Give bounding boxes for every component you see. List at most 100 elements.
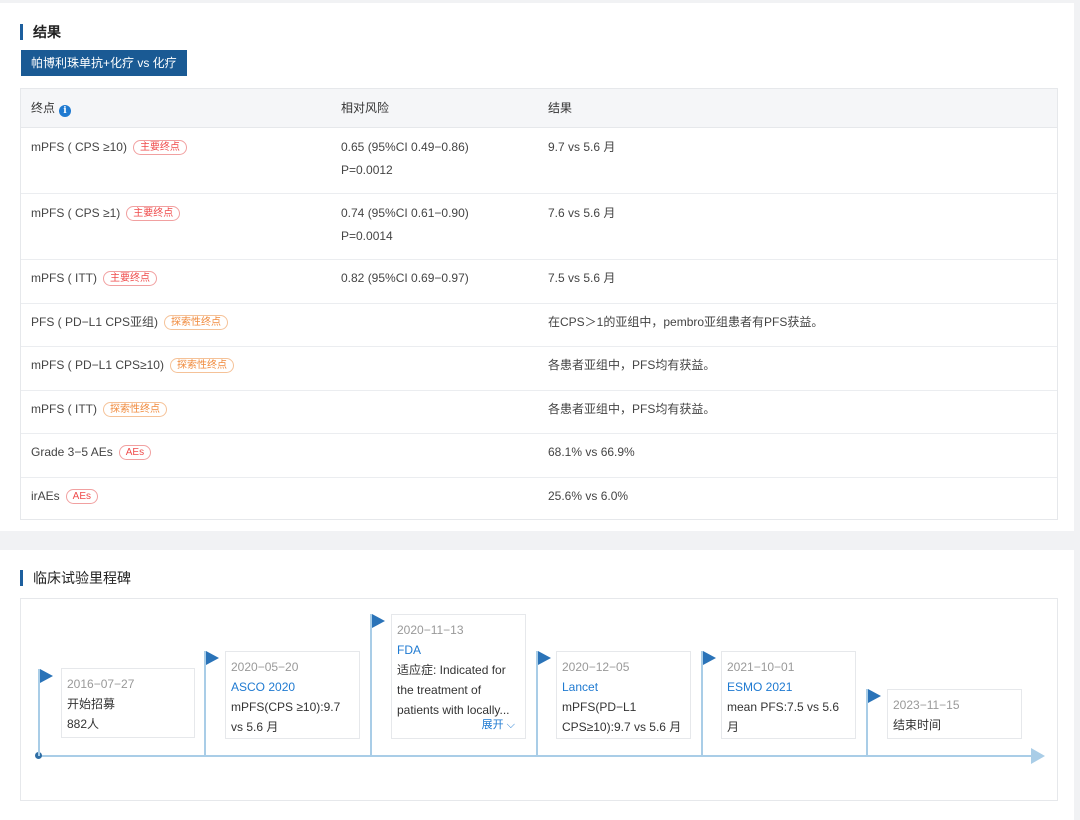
milestone-card[interactable]: 2020−11−13 FDA 适应症: Indicated for the tr… [391, 614, 526, 739]
timeline: 2016−07−27 开始招募 882人 2020−05−20 ASCO 202… [20, 598, 1058, 801]
expand-label: 展开 [481, 719, 504, 731]
milestone-pole [204, 651, 206, 756]
milestones-card: 临床试验里程碑 2016−07−27 开始招募 882人 2020−05−20 … [0, 550, 1074, 820]
milestone-date: 2023−11−15 [893, 698, 960, 712]
milestone-card[interactable]: 2023−11−15 结束时间 [887, 689, 1022, 739]
flag-icon [40, 669, 53, 683]
result-value: 各患者亚组中，PFS均有获益。 [548, 358, 716, 372]
milestone-card[interactable]: 2021−10−01 ESMO 2021 mean PFS:7.5 vs 5.6… [721, 651, 856, 739]
endpoint-label: mPFS ( PD−L1 CPS≥10) [31, 358, 164, 372]
table-row: PFS ( PD−L1 CPS亚组) 探索性终点 在CPS＞1的亚组中，pembr… [21, 304, 1057, 347]
results-card: 结果 帕博利珠单抗+化疗 vs 化疗 终点 i 相对风险 结果 mPFS ( CP… [0, 3, 1074, 531]
results-table: 终点 i 相对风险 结果 mPFS ( CPS ≥10) 主要终点 0.65 (95… [20, 88, 1058, 520]
header-endpoint-label: 终点 [31, 101, 56, 115]
flag-icon [538, 651, 551, 665]
endpoint-badge: 主要终点 [103, 271, 157, 286]
endpoint-label: irAEs [31, 489, 60, 503]
expand-button[interactable]: 展开 ⌵ [482, 718, 515, 732]
milestone-source-link[interactable]: Lancet [562, 677, 685, 697]
table-header: 终点 i 相对风险 结果 [21, 89, 1057, 128]
table-row: mPFS ( ITT) 主要终点 0.82 (95%CI 0.69−0.97) 7… [21, 260, 1057, 304]
result-value: 68.1% vs 66.9% [548, 445, 635, 459]
milestone-text: mPFS(PD−L1 [562, 700, 637, 714]
endpoint-label: mPFS ( CPS ≥10) [31, 140, 127, 154]
milestone-text: 月 [727, 720, 740, 734]
table-row: irAEs AEs 25.6% vs 6.0% [21, 478, 1057, 519]
endpoint-label: PFS ( PD−L1 CPS亚组) [31, 315, 159, 329]
result-value: 9.7 vs 5.6 月 [548, 140, 616, 154]
milestone-text: 开始招募 [67, 697, 116, 711]
endpoint-badge: 探索性终点 [169, 358, 234, 373]
chevron-down-icon: ⌵ [506, 719, 515, 731]
milestone-date: 2021−10−01 [727, 660, 795, 674]
flag-icon [703, 651, 716, 665]
milestone-date: 2020−12−05 [562, 660, 630, 674]
milestone-text: vs 5.6 月 [231, 720, 279, 734]
endpoint-badge: 探索性终点 [103, 402, 167, 417]
milestone-text: 适应症: Indicated for [397, 663, 506, 677]
result-value: 25.6% vs 6.0% [548, 489, 629, 503]
endpoint-label: mPFS ( ITT) [31, 271, 97, 285]
endpoint-cell: mPFS ( ITT) 主要终点 [31, 267, 157, 289]
milestone-pole [536, 651, 538, 756]
milestone-date: 2020−05−20 [231, 660, 299, 674]
info-icon[interactable]: i [59, 105, 72, 117]
endpoint-label: mPFS ( CPS ≥1) [31, 206, 121, 220]
endpoint-badge: 主要终点 [126, 206, 181, 221]
header-relative-risk: 相对风险 [341, 101, 390, 115]
milestone-source-link[interactable]: ESMO 2021 [727, 677, 850, 697]
milestone-text: 882人 [67, 717, 100, 731]
milestone-pole [701, 651, 703, 756]
flag-icon [372, 614, 385, 628]
milestone-source-link[interactable]: ASCO 2020 [231, 677, 354, 697]
result-value: 在CPS＞1的亚组中，pembro亚组患者有PFS获益。 [548, 315, 824, 329]
milestone-card[interactable]: 2016−07−27 开始招募 882人 [61, 668, 195, 738]
flag-icon [206, 651, 219, 665]
endpoint-badge: 探索性终点 [164, 315, 229, 330]
milestone-text: CPS≥10):9.7 vs 5.6 月 [562, 720, 682, 734]
p-value: P=0.0012 [341, 163, 393, 177]
milestone-text: the treatment of [397, 683, 482, 697]
endpoint-cell: PFS ( PD−L1 CPS亚组) 探索性终点 [31, 311, 229, 333]
endpoint-label: Grade 3−5 AEs [31, 445, 113, 459]
table-row: mPFS ( CPS ≥10) 主要终点 0.65 (95%CI 0.49−0.8… [21, 128, 1057, 194]
milestone-text: mean PFS:7.5 vs 5.6 [727, 700, 840, 714]
treatment-comparison-tab[interactable]: 帕博利珠单抗+化疗 vs 化疗 [21, 50, 187, 76]
milestones-title: 临床试验里程碑 [20, 570, 131, 586]
endpoint-label: mPFS ( ITT) [31, 402, 97, 416]
endpoint-cell: irAEs AEs [31, 485, 99, 507]
milestone-pole [370, 614, 372, 756]
milestone-text: patients with locally... [397, 703, 510, 717]
milestone-date: 2016−07−27 [67, 677, 135, 691]
risk-value: 0.65 (95%CI 0.49−0.86) [341, 140, 469, 154]
milestone-date: 2020−11−13 [397, 623, 464, 637]
result-value: 7.6 vs 5.6 月 [548, 206, 616, 220]
endpoint-cell: Grade 3−5 AEs AEs [31, 441, 152, 463]
table-row: Grade 3−5 AEs AEs 68.1% vs 66.9% [21, 434, 1057, 478]
milestone-text: mPFS(CPS ≥10):9.7 [231, 700, 341, 714]
header-endpoint: 终点 i [31, 89, 72, 127]
flag-icon [868, 689, 881, 703]
milestone-card[interactable]: 2020−12−05 Lancet mPFS(PD−L1 CPS≥10):9.7… [556, 651, 691, 739]
result-value: 各患者亚组中，PFS均有获益。 [548, 402, 716, 416]
endpoint-cell: mPFS ( ITT) 探索性终点 [31, 398, 167, 420]
result-value: 7.5 vs 5.6 月 [548, 271, 616, 285]
risk-value: 0.82 (95%CI 0.69−0.97) [341, 271, 469, 285]
milestone-source-link[interactable]: FDA [397, 640, 520, 660]
milestone-card[interactable]: 2020−05−20 ASCO 2020 mPFS(CPS ≥10):9.7 v… [225, 651, 360, 739]
endpoint-badge: AEs [118, 445, 152, 460]
endpoint-badge: 主要终点 [132, 140, 187, 155]
results-title: 结果 [20, 24, 61, 40]
table-row: mPFS ( PD−L1 CPS≥10) 探索性终点 各患者亚组中，PFS均有获益… [21, 347, 1057, 391]
header-result: 结果 [548, 101, 573, 115]
endpoint-cell: mPFS ( CPS ≥10) 主要终点 [31, 136, 187, 158]
timeline-arrow-icon [1031, 748, 1045, 764]
endpoint-cell: mPFS ( CPS ≥1) 主要终点 [31, 202, 181, 224]
milestone-text: 结束时间 [893, 718, 942, 732]
timeline-axis [38, 755, 1043, 757]
risk-value: 0.74 (95%CI 0.61−0.90) [341, 206, 469, 220]
p-value: P=0.0014 [341, 229, 393, 243]
endpoint-cell: mPFS ( PD−L1 CPS≥10) 探索性终点 [31, 354, 234, 376]
endpoint-badge: AEs [65, 489, 99, 504]
table-row: mPFS ( CPS ≥1) 主要终点 0.74 (95%CI 0.61−0.90… [21, 194, 1057, 260]
